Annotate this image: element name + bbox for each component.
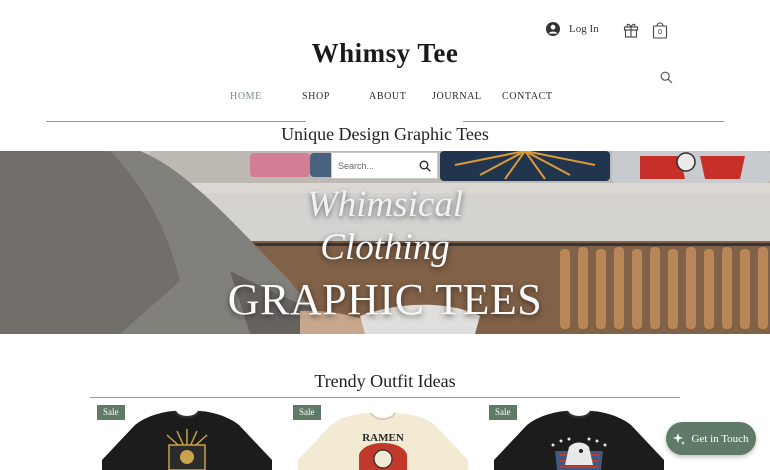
product-card[interactable]: Sale — [489, 405, 669, 470]
sparkle-icon — [673, 432, 686, 445]
section-divider — [90, 397, 680, 398]
get-in-touch-label: Get in Touch — [691, 432, 749, 445]
nav-item-shop[interactable]: SHOP — [302, 91, 330, 102]
hero-heading-line1: Whimsical — [306, 184, 464, 225]
sale-badge: Sale — [489, 405, 517, 420]
nav-item-journal[interactable]: JOURNAL — [432, 91, 482, 102]
hero-banner: Whimsical Clothing GRAPHIC TEES — [0, 151, 770, 334]
divider-left — [46, 121, 306, 122]
hero-heading-line2: Clothing — [320, 227, 450, 268]
product-card[interactable]: Sale — [97, 405, 277, 470]
main-nav: HOME SHOP ABOUT JOURNAL CONTACT — [0, 91, 770, 105]
search-button[interactable] — [660, 71, 673, 89]
product-card[interactable]: Sale RAMEN — [293, 405, 473, 470]
nav-item-contact[interactable]: CONTACT — [502, 91, 553, 102]
sale-badge: Sale — [97, 405, 125, 420]
search-icon[interactable] — [419, 160, 431, 172]
section-title: Trendy Outfit Ideas — [314, 371, 456, 391]
hero-search-input[interactable] — [338, 160, 419, 171]
cart-count: 0 — [658, 29, 662, 36]
user-avatar-icon — [546, 22, 560, 36]
tagline: Unique Design Graphic Tees — [281, 124, 489, 144]
hero-heading-line3: GRAPHIC TEES — [227, 275, 543, 324]
nav-item-home[interactable]: HOME — [230, 91, 262, 102]
gift-icon — [623, 23, 639, 38]
search-icon — [660, 71, 673, 84]
site-logo[interactable]: Whimsy Tee — [0, 38, 770, 69]
divider-right — [463, 121, 724, 122]
get-in-touch-button[interactable]: Get in Touch — [666, 422, 756, 455]
login-button[interactable]: Log In — [546, 22, 599, 36]
nav-item-about[interactable]: ABOUT — [369, 91, 406, 102]
product-graphic-text: RAMEN — [362, 432, 404, 444]
sale-badge: Sale — [293, 405, 321, 420]
hero-search-box — [331, 152, 438, 179]
login-label: Log In — [569, 23, 599, 35]
